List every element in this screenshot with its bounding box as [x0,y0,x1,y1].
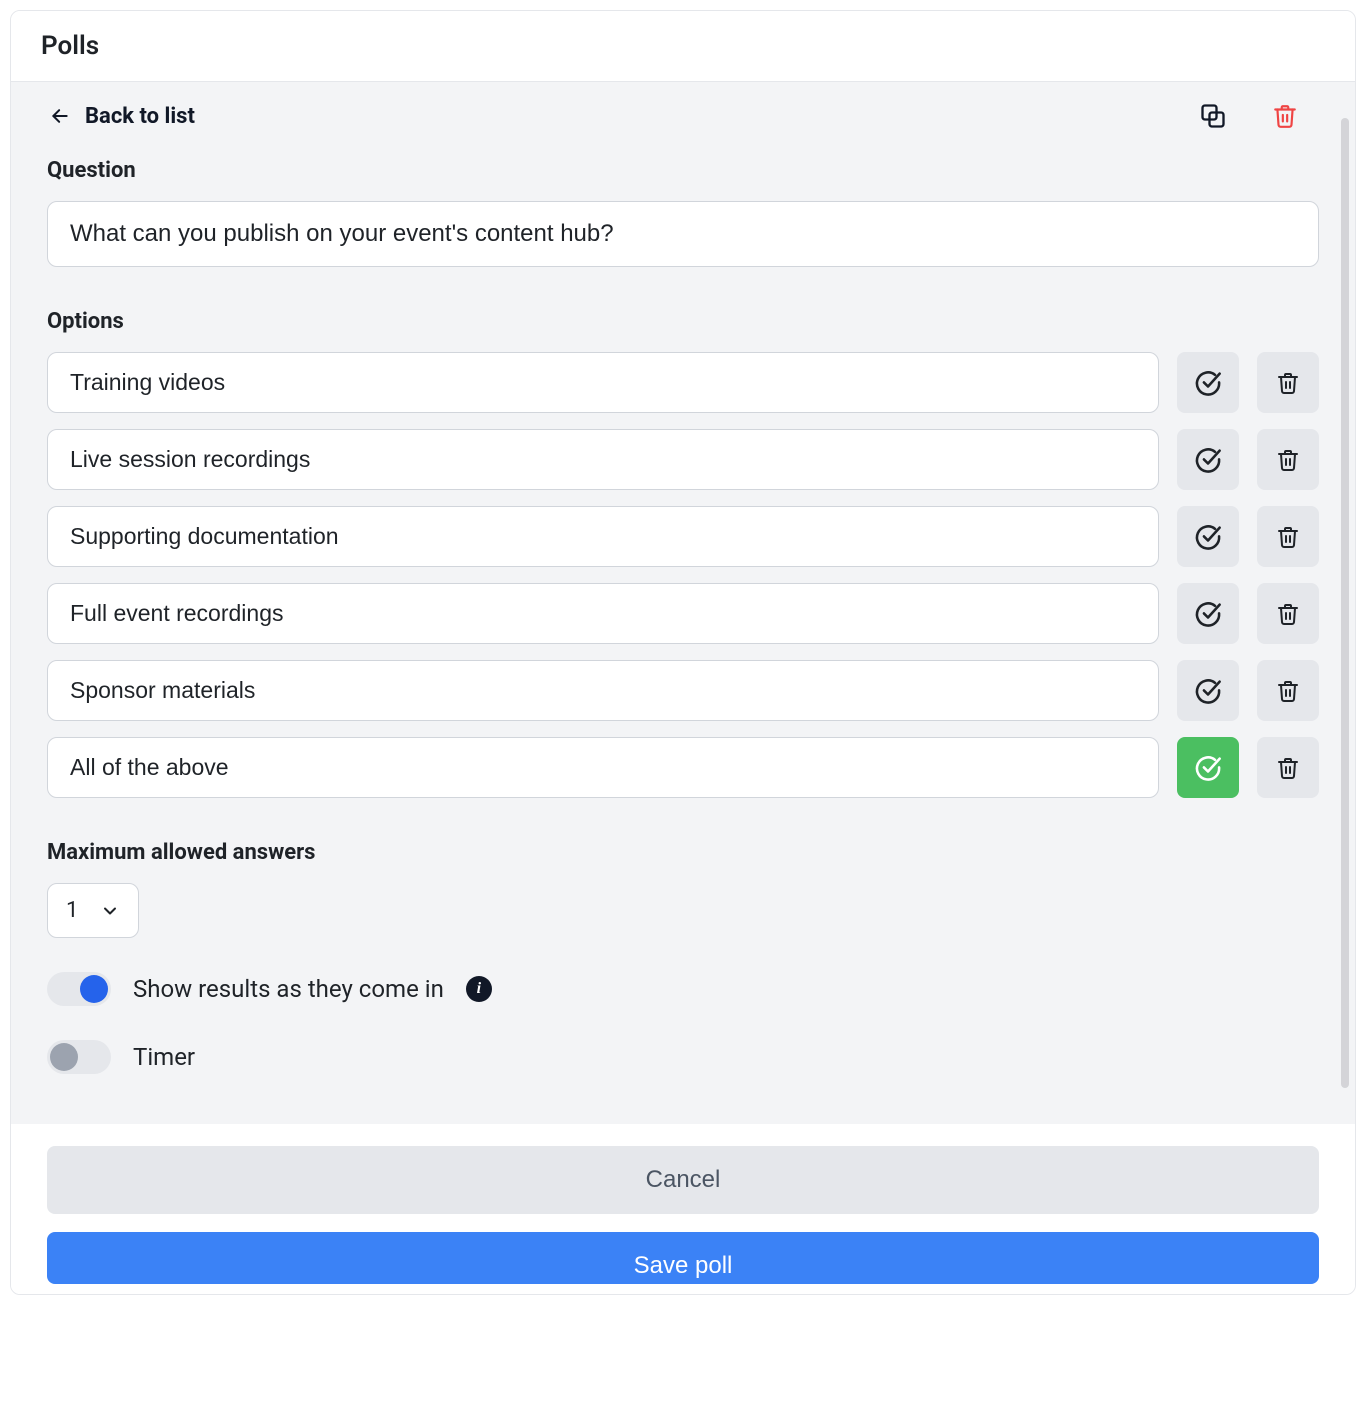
max-answers-select[interactable]: 1 [47,883,139,938]
mark-correct-button[interactable] [1177,737,1239,798]
option-row [47,506,1319,567]
options-list [47,352,1319,798]
check-circle-icon [1194,446,1222,474]
check-circle-icon [1194,754,1222,782]
mark-correct-button[interactable] [1177,660,1239,721]
trash-icon [1276,679,1300,703]
max-answers-label: Maximum allowed answers [47,840,1319,865]
option-row [47,737,1319,798]
check-circle-icon [1194,369,1222,397]
footer: Cancel Save poll [11,1124,1355,1294]
option-input[interactable] [47,429,1159,490]
mark-correct-button[interactable] [1177,583,1239,644]
delete-option-button[interactable] [1257,506,1319,567]
mark-correct-button[interactable] [1177,352,1239,413]
timer-toggle[interactable] [47,1040,111,1074]
trash-icon [1276,448,1300,472]
question-label: Question [47,158,1319,183]
back-to-list-link[interactable]: Back to list [47,104,195,129]
show-results-label: Show results as they come in [133,975,444,1003]
trash-icon [1276,756,1300,780]
chevron-down-icon [100,901,120,921]
delete-option-button[interactable] [1257,352,1319,413]
trash-icon [1272,103,1298,129]
mark-correct-button[interactable] [1177,506,1239,567]
mark-correct-button[interactable] [1177,429,1239,490]
max-answers-value: 1 [66,898,78,923]
delete-option-button[interactable] [1257,583,1319,644]
panel-title: Polls [11,11,1355,82]
option-input[interactable] [47,660,1159,721]
option-input[interactable] [47,352,1159,413]
arrow-left-icon [47,106,73,126]
panel-body: Back to list Question Options [11,82,1355,1124]
copy-icon [1199,102,1227,130]
option-row [47,660,1319,721]
option-input[interactable] [47,737,1159,798]
back-label: Back to list [85,104,195,129]
delete-poll-button[interactable] [1271,102,1299,130]
delete-option-button[interactable] [1257,660,1319,721]
trash-icon [1276,371,1300,395]
delete-option-button[interactable] [1257,429,1319,490]
option-row [47,583,1319,644]
check-circle-icon [1194,677,1222,705]
trash-icon [1276,525,1300,549]
duplicate-poll-button[interactable] [1199,102,1227,130]
save-poll-button[interactable]: Save poll [47,1232,1319,1284]
check-circle-icon [1194,600,1222,628]
check-circle-icon [1194,523,1222,551]
option-input[interactable] [47,583,1159,644]
options-label: Options [47,309,1319,334]
info-icon[interactable]: i [466,976,492,1002]
show-results-toggle[interactable] [47,972,111,1006]
option-row [47,429,1319,490]
question-input[interactable] [47,201,1319,267]
cancel-button[interactable]: Cancel [47,1146,1319,1214]
option-input[interactable] [47,506,1159,567]
trash-icon [1276,602,1300,626]
poll-editor-panel: Polls Back to list [10,10,1356,1295]
timer-label: Timer [133,1043,195,1071]
delete-option-button[interactable] [1257,737,1319,798]
option-row [47,352,1319,413]
scrollbar[interactable] [1341,118,1349,1088]
